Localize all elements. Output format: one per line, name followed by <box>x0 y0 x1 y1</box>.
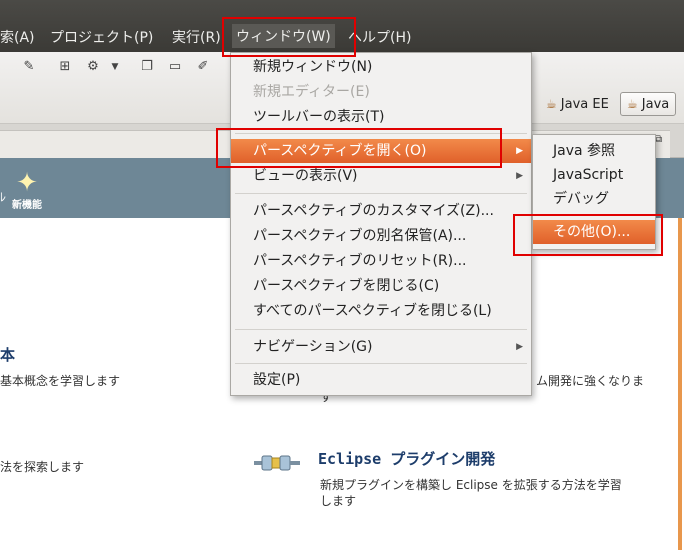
menu-help[interactable]: ヘルプ(H) <box>348 27 411 47</box>
menu-separator <box>235 363 527 364</box>
plugin-icon <box>254 452 300 474</box>
new-features-link[interactable]: ✦ 新機能 <box>12 170 42 211</box>
new-features-label: 新機能 <box>12 200 42 211</box>
menu-item-customize-perspective-label: パースペクティブのカスタマイズ(Z)... <box>253 203 494 219</box>
menu-item-reset-perspective[interactable]: パースペクティブのリセット(R)... <box>231 249 531 273</box>
submenu-item-javascript[interactable]: JavaScript <box>533 163 655 187</box>
menu-item-show-toolbar-label: ツールバーの表示(T) <box>253 109 384 125</box>
folder-icon[interactable]: ▭ <box>166 58 184 76</box>
menu-item-new-editor: 新規エディター(E) <box>231 80 531 104</box>
menu-project[interactable]: プロジェクト(P) <box>50 27 153 47</box>
annotation-box-window-menu <box>222 17 356 57</box>
right-edge-bar <box>678 218 682 550</box>
perspective-java-ee-label: Java EE <box>561 97 609 112</box>
annotation-box-other <box>513 214 663 256</box>
right-section-desc-1: ム開発に強くなりま <box>536 372 644 389</box>
perspective-java-label: Java <box>642 97 669 112</box>
left-section-title[interactable]: 本 <box>0 344 15 365</box>
menu-item-close-perspective-label: パースペクティブを閉じる(C) <box>253 278 439 294</box>
menu-search[interactable]: 索(A) <box>0 27 35 47</box>
menu-item-close-perspective[interactable]: パースペクティブを閉じる(C) <box>231 274 531 298</box>
menu-item-new-window[interactable]: 新規ウィンドウ(N) <box>231 55 531 79</box>
brush-icon[interactable]: ✐ <box>194 58 212 76</box>
pin-icon[interactable]: ✎ <box>20 58 38 76</box>
menu-item-new-editor-label: 新規エディター(E) <box>253 84 370 100</box>
menu-item-show-toolbar[interactable]: ツールバーの表示(T) <box>231 105 531 129</box>
menu-item-customize-perspective[interactable]: パースペクティブのカスタマイズ(Z)... <box>231 199 531 223</box>
menu-item-navigation-label: ナビゲーション(G) <box>253 339 373 355</box>
submenu-item-java-browsing-label: Java 参照 <box>553 143 615 159</box>
menu-separator <box>235 193 527 194</box>
menu-item-preferences-label: 設定(P) <box>253 372 300 388</box>
window-menu-dropdown: 新規ウィンドウ(N) 新規エディター(E) ツールバーの表示(T) パースペクテ… <box>230 52 532 396</box>
left-section-desc-2: 法を探索します <box>0 458 84 475</box>
left-arrow-icon: ﾚ <box>0 188 6 205</box>
submenu-item-debug[interactable]: デバッグ <box>533 187 655 211</box>
menu-item-navigation[interactable]: ナビゲーション(G) ▶ <box>231 335 531 359</box>
menu-run[interactable]: 実行(R) <box>172 27 221 47</box>
java-icon: ☕ <box>627 97 638 111</box>
submenu-item-debug-label: デバッグ <box>553 191 609 207</box>
submenu-arrow-icon: ▶ <box>516 335 523 359</box>
star-icon: ✦ <box>12 170 42 196</box>
menu-item-new-window-label: 新規ウィンドウ(N) <box>253 59 372 75</box>
dropdown-icon[interactable]: ▼ <box>106 58 124 76</box>
left-section-desc-1: 基本概念を学習します <box>0 372 120 389</box>
plugin-development-title[interactable]: Eclipse プラグイン開発 <box>318 448 495 469</box>
menu-item-show-view-label: ビューの表示(V) <box>253 168 358 184</box>
submenu-item-java-browsing[interactable]: Java 参照 <box>533 139 655 163</box>
menu-item-save-perspective-as-label: パースペクティブの別名保管(A)... <box>253 228 466 244</box>
menu-item-close-all-perspectives-label: すべてのパースペクティブを閉じる(L) <box>253 303 492 319</box>
menu-separator <box>235 329 527 330</box>
menu-item-save-perspective-as[interactable]: パースペクティブの別名保管(A)... <box>231 224 531 248</box>
submenu-arrow-icon: ▶ <box>516 139 523 163</box>
java-ee-icon: ☕ <box>546 97 557 111</box>
menu-item-preferences[interactable]: 設定(P) <box>231 368 531 392</box>
plugin-development-desc-2: します <box>320 492 356 509</box>
plugin-development-desc-1: 新規プラグインを構築し Eclipse を拡張する方法を学習 <box>320 476 622 493</box>
submenu-item-javascript-label: JavaScript <box>553 167 623 183</box>
grid-icon[interactable]: ⊞ <box>56 58 74 76</box>
submenu-arrow-icon: ▶ <box>516 164 523 188</box>
menu-item-reset-perspective-label: パースペクティブのリセット(R)... <box>253 253 466 269</box>
folder-open-icon[interactable]: ❐ <box>138 58 156 76</box>
annotation-box-open-perspective <box>216 128 502 168</box>
menu-item-close-all-perspectives[interactable]: すべてのパースペクティブを閉じる(L) <box>231 299 531 323</box>
perspective-java-button[interactable]: ☕ Java <box>620 92 676 116</box>
perspective-java-ee-button[interactable]: ☕ Java EE <box>540 92 615 116</box>
gear-run-icon[interactable]: ⚙ <box>84 58 102 76</box>
